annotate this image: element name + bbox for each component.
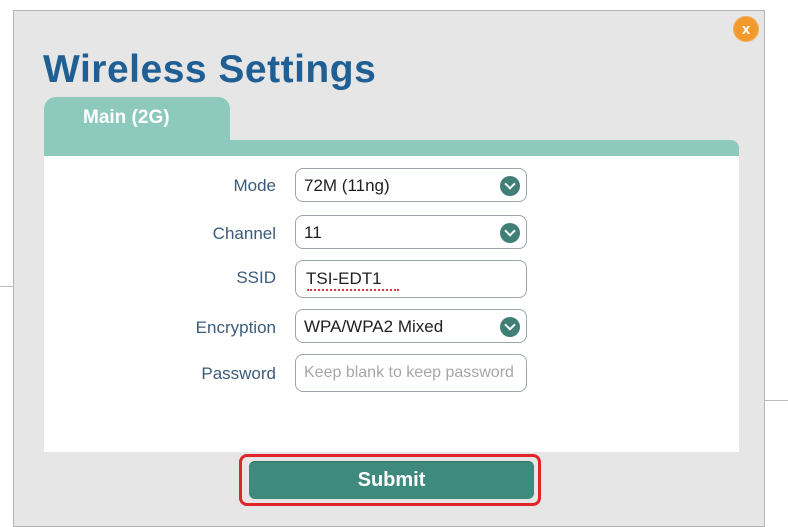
close-icon: x — [741, 20, 751, 38]
spellcheck-underline — [307, 289, 399, 291]
encryption-value: WPA/WPA2 Mixed — [304, 317, 444, 336]
mode-value: 72M (11ng) — [304, 176, 390, 195]
chevron-down-icon — [500, 176, 520, 196]
mode-select[interactable]: 72M (11ng) — [295, 168, 527, 202]
ssid-label: SSID — [236, 268, 276, 287]
encryption-label: Encryption — [195, 318, 276, 337]
backdrop-divider — [765, 400, 788, 401]
tab-header-strip — [44, 140, 739, 156]
close-button[interactable]: x — [733, 16, 759, 42]
tab-label: Main (2G) — [83, 107, 170, 128]
ssid-input[interactable] — [295, 260, 527, 298]
encryption-select[interactable]: WPA/WPA2 Mixed — [295, 309, 527, 343]
mode-label: Mode — [233, 176, 276, 195]
chevron-down-icon — [500, 223, 520, 243]
channel-value: 11 — [304, 223, 322, 242]
tab-main-2g[interactable]: Main (2G) — [44, 97, 230, 140]
backdrop-divider — [0, 286, 13, 287]
channel-label: Channel — [212, 224, 276, 243]
password-input[interactable] — [295, 354, 527, 392]
chevron-down-icon — [500, 317, 520, 337]
dialog-title: Wireless Settings — [43, 48, 377, 91]
submit-button[interactable]: Submit — [249, 461, 534, 499]
password-label: Password — [201, 364, 276, 383]
channel-select[interactable]: 11 — [295, 215, 527, 249]
